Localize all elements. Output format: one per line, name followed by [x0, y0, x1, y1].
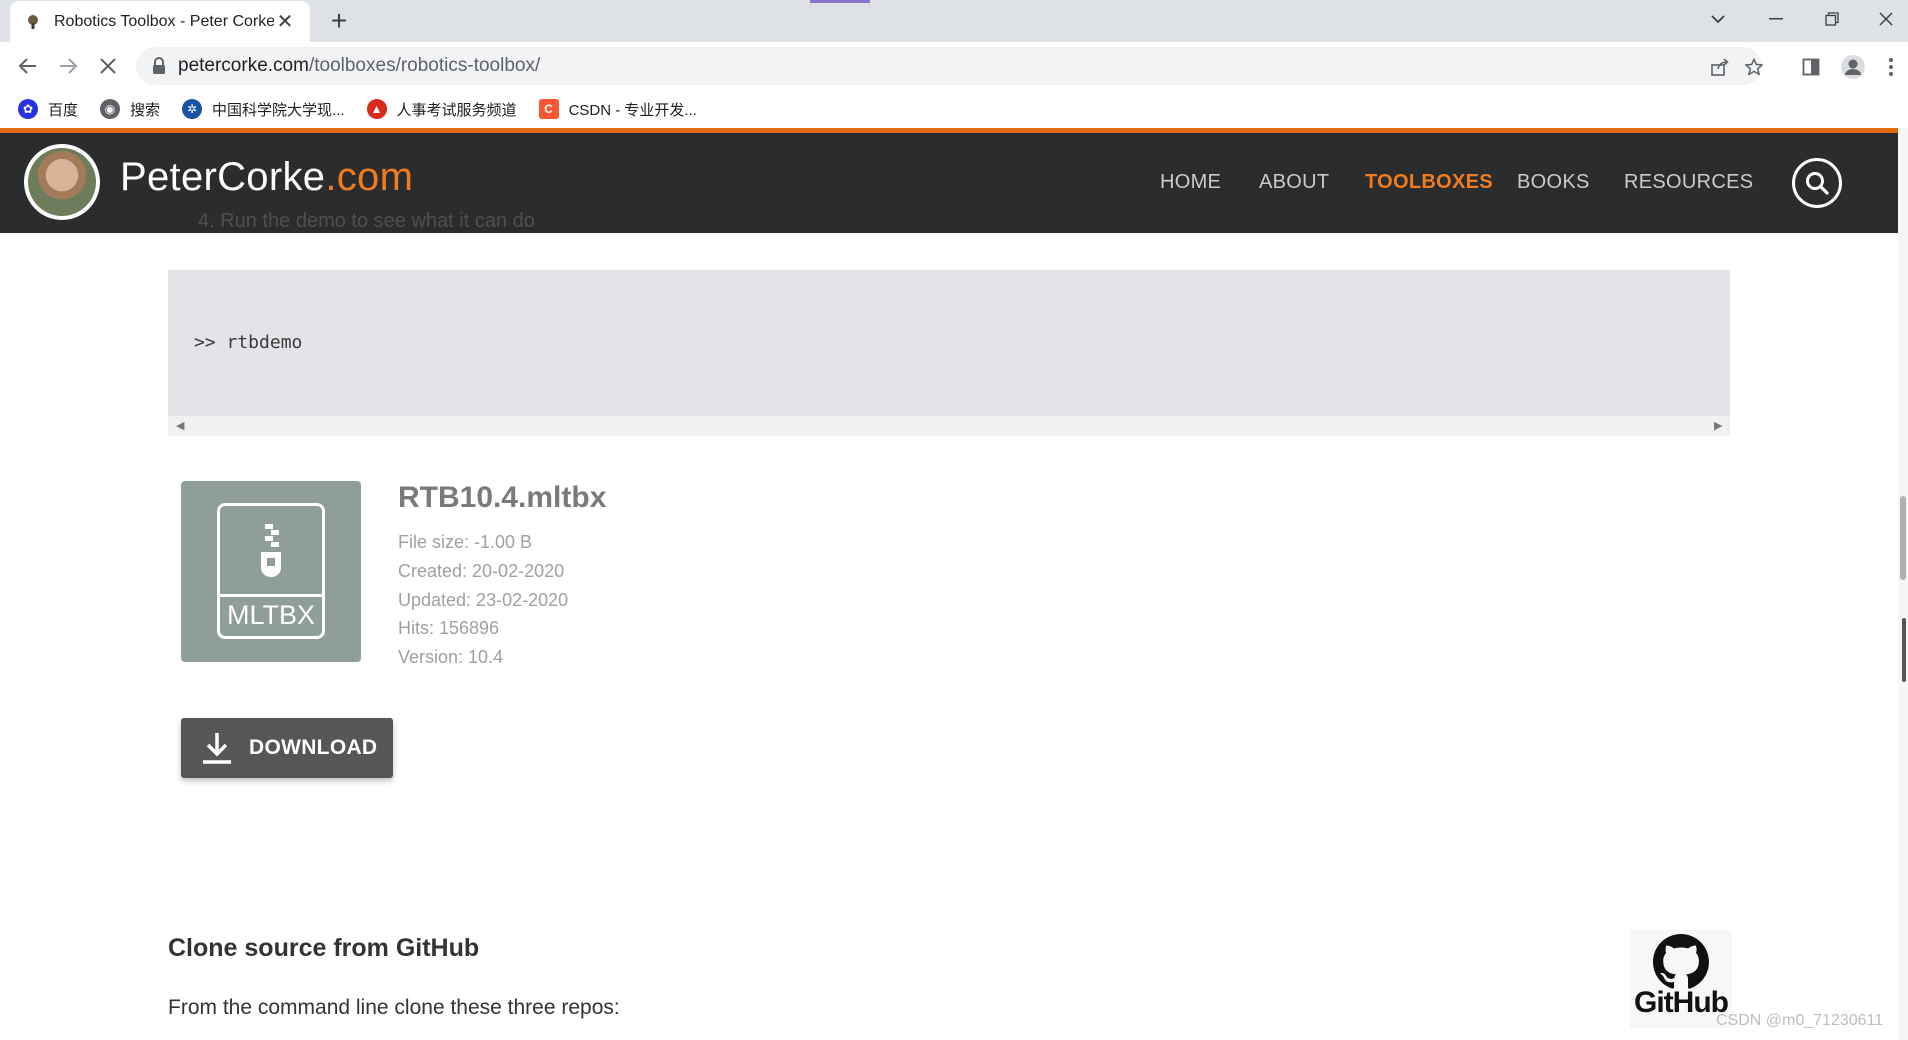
site-search-button[interactable] — [1792, 158, 1842, 208]
close-window-button[interactable] — [1858, 0, 1908, 38]
url-host: petercorke.com — [178, 55, 309, 76]
bookmark-csdn[interactable]: C CSDN - 专业开发... — [538, 99, 697, 120]
download-label: DOWNLOAD — [249, 736, 378, 759]
bookmark-label: 百度 — [48, 101, 79, 119]
profile-avatar-icon[interactable] — [1838, 52, 1868, 82]
file-created: Created: 20-02-2020 — [398, 561, 565, 581]
browser-menu-icon[interactable] — [1876, 52, 1906, 82]
download-button[interactable]: DOWNLOAD — [181, 718, 393, 778]
browser-tab[interactable]: Robotics Toolbox - Peter Corke ✕ — [10, 1, 310, 42]
file-updated: Updated: 23-02-2020 — [398, 590, 569, 610]
github-octocat-icon — [1653, 934, 1709, 989]
nav-books[interactable]: BOOKS — [1517, 171, 1590, 194]
address-bar[interactable]: petercorke.com/toolboxes/robotics-toolbo… — [136, 47, 1763, 85]
bookmark-personnel-exam[interactable]: ▲ 人事考试服务频道 — [366, 99, 517, 120]
bookmark-label: 人事考试服务频道 — [396, 101, 517, 119]
bookmark-ucas[interactable]: ✲ 中国科学院大学现... — [182, 99, 345, 120]
lock-icon[interactable] — [152, 57, 166, 75]
page-scrollbar[interactable] — [1898, 128, 1908, 1040]
page-scrollbar-thumb[interactable] — [1900, 496, 1906, 580]
back-button[interactable] — [10, 48, 46, 84]
csdn-watermark: CSDN @m0_71230611 — [1716, 1012, 1884, 1029]
avatar-photo — [28, 148, 96, 216]
file-icon-divider — [220, 594, 322, 597]
bookmark-label: 搜索 — [130, 101, 161, 119]
scroll-right-arrow-icon[interactable]: ▶ — [1714, 419, 1722, 432]
logo-tld: .com — [325, 155, 414, 199]
download-icon — [203, 733, 231, 764]
ucas-emblem-icon: ✲ — [182, 99, 203, 119]
file-document-outline: MLTBX — [217, 503, 325, 639]
file-hits: Hits: 156896 — [398, 618, 500, 638]
tab-strip-accent — [810, 0, 870, 3]
clone-section-title: Clone source from GitHub — [168, 934, 480, 962]
search-icon — [1806, 172, 1829, 195]
bookmark-baidu[interactable]: ✿ 百度 — [18, 99, 78, 120]
new-tab-button[interactable]: + — [322, 4, 356, 38]
site-logo[interactable]: PeterCorke.com — [120, 155, 413, 200]
bookmarks-bar: ✿ 百度 ◉ 搜索 ✲ 中国科学院大学现... ▲ 人事考试服务频道 C CSD… — [0, 90, 1908, 128]
bookmark-label: CSDN - 专业开发... — [568, 101, 697, 119]
nav-home[interactable]: HOME — [1160, 171, 1221, 194]
mltbx-file-icon: MLTBX — [181, 481, 361, 662]
page-scroll-indicator — [1902, 618, 1906, 682]
file-version: Version: 10.4 — [398, 647, 504, 667]
globe-icon: ◉ — [100, 99, 121, 119]
tab-search-icon[interactable] — [1690, 0, 1746, 38]
url-path: /toolboxes/robotics-toolbox/ — [308, 55, 541, 76]
scrolled-step-text: 4. Run the demo to see what it can do — [198, 210, 535, 232]
exam-logo-icon: ▲ — [366, 99, 387, 119]
url-text[interactable]: petercorke.com/toolboxes/robotics-toolbo… — [178, 55, 540, 77]
tab-title: Robotics Toolbox - Peter Corke — [54, 12, 274, 30]
file-size: File size: -1.00 B — [398, 532, 533, 552]
bookmark-search[interactable]: ◉ 搜索 — [100, 99, 160, 120]
share-icon[interactable] — [1706, 53, 1734, 81]
bookmark-star-icon[interactable] — [1740, 53, 1768, 81]
restore-button[interactable] — [1804, 0, 1860, 38]
code-horizontal-scrollbar[interactable]: ◀ ▶ — [168, 416, 1730, 436]
nav-resources[interactable]: RESOURCES — [1624, 171, 1753, 194]
scroll-left-arrow-icon[interactable]: ◀ — [176, 419, 184, 432]
site-avatar[interactable] — [24, 144, 100, 220]
clone-instructions: From the command line clone these three … — [168, 996, 620, 1019]
csdn-logo-icon: C — [538, 99, 559, 119]
code-block: >> rtbdemo — [168, 270, 1730, 416]
nav-toolboxes[interactable]: TOOLBOXES — [1365, 171, 1493, 194]
baidu-paw-icon: ✿ — [18, 99, 38, 119]
browser-tab-bar: Robotics Toolbox - Peter Corke ✕ + — [0, 0, 1908, 42]
minimize-button[interactable] — [1748, 0, 1804, 38]
zipper-icon — [261, 524, 281, 577]
site-favicon-icon — [24, 13, 42, 31]
stop-loading-button[interactable] — [90, 48, 126, 84]
browser-toolbar: petercorke.com/toolboxes/robotics-toolbo… — [0, 42, 1908, 90]
side-panel-icon[interactable] — [1796, 52, 1826, 82]
logo-name: PeterCorke — [120, 155, 326, 199]
bookmark-label: 中国科学院大学现... — [212, 101, 345, 119]
file-type-label: MLTBX — [226, 600, 315, 630]
code-command: >> rtbdemo — [194, 332, 303, 353]
forward-button[interactable] — [50, 48, 86, 84]
tab-close-icon[interactable]: ✕ — [274, 9, 296, 34]
nav-about[interactable]: ABOUT — [1259, 171, 1329, 194]
file-name: RTB10.4.mltbx — [398, 481, 607, 514]
